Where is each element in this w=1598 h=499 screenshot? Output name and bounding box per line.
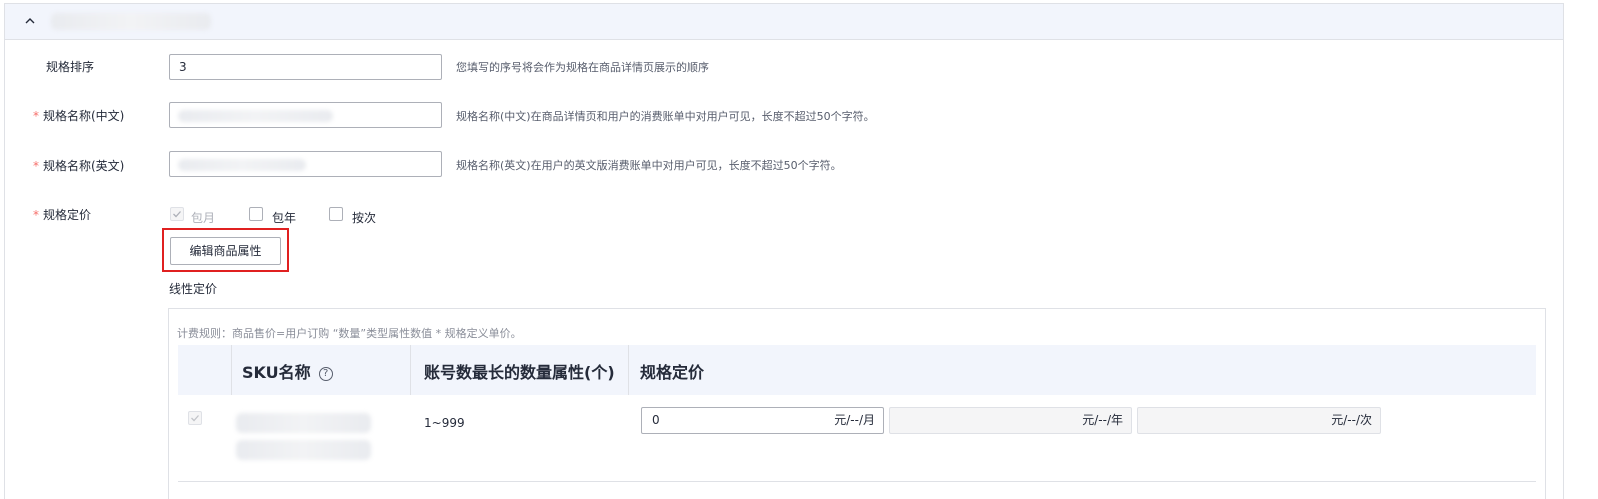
yearly-checkbox-label: 包年 — [272, 211, 297, 225]
name-en-value-redacted — [178, 159, 306, 171]
name-en-input[interactable] — [169, 151, 442, 177]
check-icon — [173, 211, 181, 218]
yearly-price-unit: 元/--/年 — [1082, 413, 1123, 427]
edit-product-attributes-button[interactable]: 编辑商品属性 — [170, 237, 281, 265]
name-cn-value-redacted — [178, 110, 333, 122]
name-cn-hint: 规格名称(中文)在商品详情页和用户的消费账单中对用户可见，长度不超过50个字符。 — [456, 110, 875, 123]
quantity-range: 1~999 — [424, 416, 465, 430]
column-divider — [410, 345, 411, 395]
name-cn-input[interactable] — [169, 102, 442, 128]
monthly-price-value: 0 — [652, 413, 660, 427]
pricing-label-text: 规格定价 — [43, 208, 92, 222]
per-use-price-unit: 元/--/次 — [1331, 413, 1372, 427]
sort-label: 规格排序 — [46, 60, 95, 74]
help-icon[interactable]: ? — [318, 367, 333, 381]
billing-rule-text: 计费规则：商品售价=用户订购 “数量”类型属性数值 * 规格定义单价。 — [177, 327, 522, 340]
column-divider — [628, 345, 629, 395]
name-cn-label-text: 规格名称(中文) — [43, 109, 125, 123]
linear-pricing-label: 线性定价 — [169, 282, 218, 296]
header-sku-name-text: SKU名称 — [242, 363, 311, 382]
sort-hint: 您填写的序号将会作为规格在商品详情页展示的顺序 — [456, 61, 709, 74]
per-use-price-input: 元/--/次 — [1137, 407, 1381, 434]
check-icon — [191, 415, 199, 422]
yearly-checkbox[interactable] — [249, 207, 263, 221]
name-en-label: * 规格名称(英文) — [33, 157, 124, 174]
yearly-price-input: 元/--/年 — [889, 407, 1132, 434]
name-en-label-text: 规格名称(英文) — [43, 159, 125, 173]
required-mark: * — [33, 208, 39, 222]
monthly-checkbox-label: 包月 — [191, 211, 216, 225]
required-mark: * — [33, 109, 39, 123]
monthly-checkbox[interactable] — [170, 207, 184, 221]
header-sku-name: SKU名称? — [242, 359, 333, 383]
row-checkbox[interactable] — [188, 411, 202, 425]
monthly-price-unit: 元/--/月 — [834, 413, 875, 427]
per-use-checkbox-label: 按次 — [352, 211, 377, 225]
pricing-label: * 规格定价 — [33, 206, 91, 223]
sku-name-redacted-line2 — [236, 440, 371, 460]
per-use-checkbox[interactable] — [329, 207, 343, 221]
header-spec-pricing: 规格定价 — [640, 363, 705, 382]
sort-input[interactable]: 3 — [169, 54, 442, 80]
panel-title-redacted — [51, 13, 211, 30]
name-cn-label: * 规格名称(中文) — [33, 107, 124, 124]
name-en-hint: 规格名称(英文)在用户的英文版消费账单中对用户可见，长度不超过50个字符。 — [456, 159, 842, 172]
header-quantity-attribute: 账号数最长的数量属性(个) — [424, 363, 615, 382]
chevron-up-icon[interactable] — [25, 16, 35, 26]
row-divider — [178, 481, 1536, 482]
sku-name-redacted — [236, 413, 371, 433]
monthly-price-input[interactable]: 0 元/--/月 — [641, 407, 884, 434]
column-divider — [231, 345, 232, 395]
table-header: SKU名称? 账号数最长的数量属性(个) 规格定价 — [178, 345, 1536, 395]
panel-header[interactable] — [5, 4, 1563, 40]
required-mark: * — [33, 159, 39, 173]
